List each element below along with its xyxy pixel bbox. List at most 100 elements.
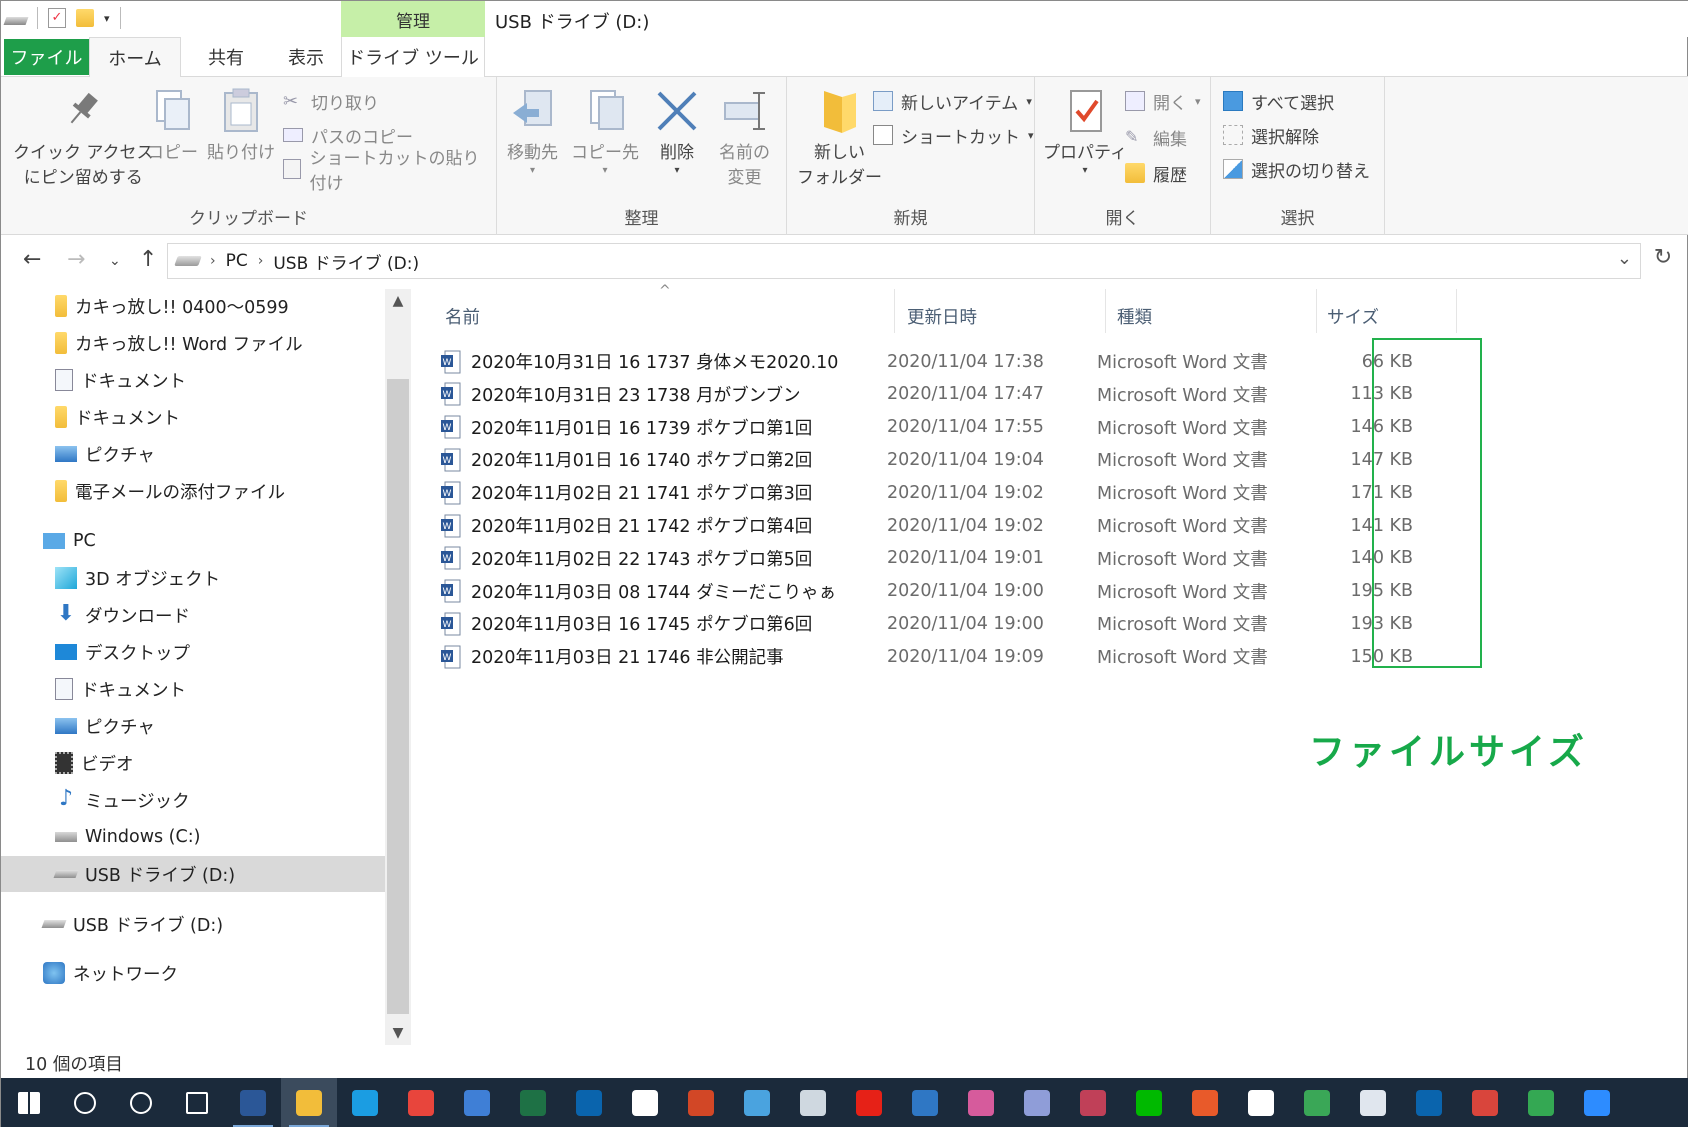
taskbar-button[interactable] bbox=[449, 1078, 505, 1127]
select-all-button[interactable]: すべて選択 bbox=[1223, 87, 1334, 115]
tab-share[interactable]: 共有 bbox=[181, 37, 271, 77]
taskbar-button[interactable] bbox=[1513, 1078, 1569, 1127]
file-row[interactable]: W 2020年11月01日 16 1739 ポケブロ第1回 2020/11/04 1… bbox=[441, 411, 1491, 444]
history-button[interactable]: 履歴 bbox=[1125, 159, 1187, 187]
file-row[interactable]: W 2020年11月03日 16 1745 ポケブロ第6回 2020/11/04 1… bbox=[441, 607, 1491, 640]
tab-view[interactable]: 表示 bbox=[271, 37, 341, 77]
file-row[interactable]: W 2020年11月01日 16 1740 ポケブロ第2回 2020/11/04 1… bbox=[441, 443, 1491, 476]
taskbar-button[interactable] bbox=[1009, 1078, 1065, 1127]
nav-item[interactable]: ドキュメント bbox=[1, 671, 385, 707]
nav-item[interactable]: ビデオ bbox=[1, 745, 385, 781]
taskbar-button[interactable] bbox=[1233, 1078, 1289, 1127]
file-row[interactable]: W 2020年11月02日 21 1742 ポケブロ第4回 2020/11/04 1… bbox=[441, 509, 1491, 542]
breadcrumb-pc[interactable]: PC bbox=[226, 251, 248, 271]
nav-item[interactable]: ネットワーク bbox=[1, 955, 385, 991]
up-arrow-icon[interactable]: ↑ bbox=[139, 247, 157, 272]
rename-button[interactable]: 名前の 変更 bbox=[719, 87, 770, 191]
taskbar-button[interactable] bbox=[1065, 1078, 1121, 1127]
taskbar-button[interactable] bbox=[1121, 1078, 1177, 1127]
taskbar-button[interactable] bbox=[1, 1078, 57, 1127]
tab-home[interactable]: ホーム bbox=[89, 37, 181, 77]
taskbar-button[interactable] bbox=[673, 1078, 729, 1127]
forward-arrow-icon[interactable]: → bbox=[67, 247, 85, 272]
nav-item[interactable]: ♪ ミュージック bbox=[1, 782, 385, 818]
copy-button[interactable]: コピー bbox=[147, 87, 198, 166]
manage-context-tab[interactable]: 管理 bbox=[341, 1, 485, 37]
back-arrow-icon[interactable]: ← bbox=[23, 247, 41, 272]
taskbar-button[interactable] bbox=[505, 1078, 561, 1127]
column-header-name[interactable]: 名前 bbox=[445, 295, 480, 337]
properties-button[interactable]: プロパティ ▾ bbox=[1043, 87, 1127, 176]
taskbar-button[interactable] bbox=[113, 1078, 169, 1127]
taskbar-button[interactable] bbox=[337, 1078, 393, 1127]
copy-to-button[interactable]: コピー先 ▾ bbox=[571, 87, 639, 176]
nav-item[interactable]: Windows (C:) bbox=[1, 819, 385, 855]
taskbar-button[interactable] bbox=[785, 1078, 841, 1127]
file-row[interactable]: W 2020年11月03日 08 1744 ダミーだこりゃぁ 2020/11/04 … bbox=[441, 575, 1491, 608]
easy-access-shortcut-button[interactable]: ショートカット ▾ bbox=[873, 121, 1034, 149]
open-button[interactable]: 開く ▾ bbox=[1125, 87, 1201, 115]
edit-button[interactable]: ✎ 編集 bbox=[1125, 123, 1187, 151]
nav-item[interactable]: ⬇ ダウンロード bbox=[1, 597, 385, 633]
taskbar-button[interactable] bbox=[225, 1078, 281, 1127]
nav-item[interactable]: 電子メールの添付ファイル bbox=[1, 473, 385, 509]
taskbar-button[interactable] bbox=[897, 1078, 953, 1127]
nav-item[interactable]: ピクチャ bbox=[1, 436, 385, 472]
address-bar[interactable]: › PC › USB ドライブ (D:) ⌄ bbox=[167, 243, 1641, 279]
scroll-thumb[interactable] bbox=[387, 379, 409, 1014]
column-header-size[interactable]: サイズ bbox=[1327, 295, 1379, 337]
file-row[interactable]: W 2020年11月02日 21 1741 ポケブロ第3回 2020/11/04 1… bbox=[441, 476, 1491, 509]
address-dropdown-chevron-icon[interactable]: ⌄ bbox=[1617, 248, 1632, 269]
new-item-button[interactable]: 新しいアイテム ▾ bbox=[873, 87, 1032, 115]
properties-check-icon[interactable]: ✓ bbox=[48, 8, 66, 28]
select-none-button[interactable]: 選択解除 bbox=[1223, 121, 1319, 149]
taskbar-button[interactable] bbox=[1177, 1078, 1233, 1127]
breadcrumb-usb-drive[interactable]: USB ドライブ (D:) bbox=[273, 249, 419, 274]
file-row[interactable]: W 2020年10月31日 16 1737 身体メモ2020.10 2020/11/… bbox=[441, 345, 1491, 378]
paste-shortcut-button[interactable]: ショートカットの貼り付け bbox=[283, 149, 496, 194]
taskbar-button[interactable] bbox=[1401, 1078, 1457, 1127]
taskbar-button[interactable] bbox=[1345, 1078, 1401, 1127]
taskbar-button[interactable] bbox=[617, 1078, 673, 1127]
new-folder-icon[interactable] bbox=[76, 9, 94, 27]
taskbar-button[interactable] bbox=[57, 1078, 113, 1127]
nav-item[interactable]: カキっ放し!! Word ファイル bbox=[1, 325, 385, 361]
tab-file[interactable]: ファイル bbox=[4, 39, 89, 75]
taskbar-button[interactable] bbox=[1289, 1078, 1345, 1127]
invert-selection-button[interactable]: 選択の切り替え bbox=[1223, 155, 1370, 183]
scroll-down-chevron-icon[interactable]: ▼ bbox=[385, 1025, 411, 1041]
cut-button[interactable]: ✂ 切り取り bbox=[283, 87, 379, 115]
nav-item-pc[interactable]: PC bbox=[1, 523, 385, 559]
recent-locations-chevron-icon[interactable]: ⌄ bbox=[109, 253, 121, 269]
taskbar-button[interactable] bbox=[953, 1078, 1009, 1127]
taskbar-button[interactable] bbox=[841, 1078, 897, 1127]
paste-button[interactable]: 貼り付け bbox=[207, 87, 275, 166]
tab-drive-tools[interactable]: ドライブ ツール bbox=[341, 37, 485, 77]
taskbar-button[interactable] bbox=[169, 1078, 225, 1127]
nav-item[interactable]: デスクトップ bbox=[1, 634, 385, 670]
refresh-icon[interactable]: ↻ bbox=[1645, 245, 1681, 281]
taskbar-button[interactable] bbox=[729, 1078, 785, 1127]
nav-item[interactable]: カキっ放し!! 0400～0599 bbox=[1, 288, 385, 324]
pin-to-quick-access-button[interactable]: クイック アクセス にピン留めする bbox=[13, 87, 154, 191]
nav-item[interactable]: ドキュメント bbox=[1, 362, 385, 398]
taskbar-button[interactable] bbox=[561, 1078, 617, 1127]
nav-item[interactable]: ドキュメント bbox=[1, 399, 385, 435]
taskbar-button[interactable] bbox=[1457, 1078, 1513, 1127]
nav-scrollbar[interactable]: ▲ ▼ bbox=[385, 289, 411, 1045]
nav-item[interactable]: 3D オブジェクト bbox=[1, 560, 385, 596]
new-folder-button[interactable]: 新しい フォルダー bbox=[797, 87, 882, 191]
nav-item[interactable]: USB ドライブ (D:) bbox=[1, 906, 385, 942]
nav-item[interactable]: ピクチャ bbox=[1, 708, 385, 744]
move-to-button[interactable]: 移動先 ▾ bbox=[507, 87, 558, 176]
taskbar-button[interactable] bbox=[281, 1078, 337, 1127]
scroll-up-chevron-icon[interactable]: ▲ bbox=[385, 293, 411, 309]
column-header-type[interactable]: 種類 bbox=[1117, 295, 1152, 337]
nav-item-selected[interactable]: USB ドライブ (D:) bbox=[1, 856, 385, 892]
taskbar-button[interactable] bbox=[1569, 1078, 1625, 1127]
column-header-date[interactable]: 更新日時 bbox=[907, 295, 977, 337]
taskbar-button[interactable] bbox=[393, 1078, 449, 1127]
delete-button[interactable]: 削除 ▾ bbox=[655, 87, 699, 176]
file-row[interactable]: W 2020年10月31日 23 1738 月がブンブン 2020/11/04 17… bbox=[441, 378, 1491, 411]
file-row[interactable]: W 2020年11月03日 21 1746 非公開記事 2020/11/04 19:… bbox=[441, 640, 1491, 673]
